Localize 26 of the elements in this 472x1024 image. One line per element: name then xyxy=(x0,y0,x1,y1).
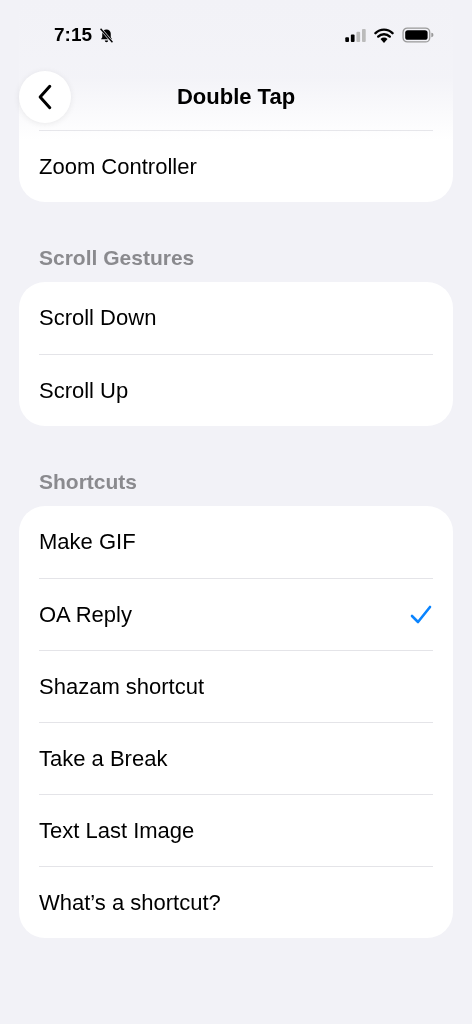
option-row[interactable]: Scroll Down xyxy=(19,282,453,354)
row-label: Shazam shortcut xyxy=(39,673,205,700)
row-label: Zoom Controller xyxy=(39,153,197,180)
option-row[interactable]: What’s a shortcut? xyxy=(39,866,433,938)
row-label: Take a Break xyxy=(39,745,168,772)
option-row[interactable]: Take a Break xyxy=(39,722,433,794)
status-time: 7:15 xyxy=(54,24,93,46)
screen-title: Double Tap xyxy=(176,84,296,110)
option-row[interactable]: Shazam shortcut xyxy=(39,650,433,722)
option-row[interactable]: Scroll Up xyxy=(39,354,433,426)
signal-icon xyxy=(345,28,366,42)
back-chevron-icon xyxy=(37,84,53,110)
row-label: Scroll Up xyxy=(39,377,129,404)
row-label: Make GIF xyxy=(39,529,136,555)
option-row[interactable]: Text Last Image xyxy=(39,794,433,866)
section-header: Shortcuts xyxy=(39,469,138,495)
wifi-icon xyxy=(374,27,394,43)
row-label: Scroll Down xyxy=(39,305,157,331)
option-row[interactable]: Make GIF xyxy=(19,506,453,578)
battery-icon xyxy=(402,27,434,43)
option-row[interactable]: OA Reply xyxy=(39,578,433,650)
row-label: Text Last Image xyxy=(39,817,195,844)
option-row[interactable]: Zoom Controller xyxy=(39,130,433,202)
section-header: Scroll Gestures xyxy=(39,245,196,271)
row-label: OA Reply xyxy=(39,601,132,628)
row-label: What’s a shortcut? xyxy=(39,889,221,916)
